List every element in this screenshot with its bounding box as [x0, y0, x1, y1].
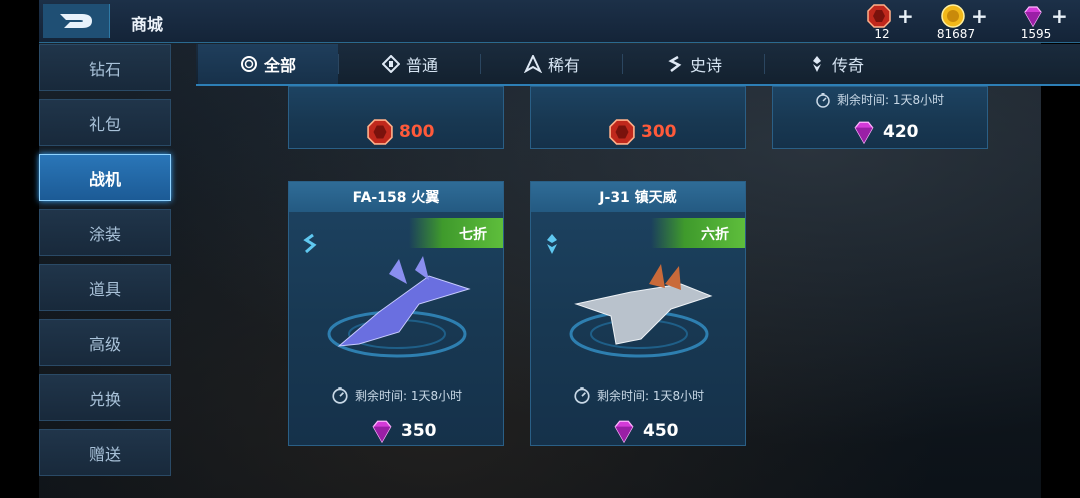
ring-icon	[240, 56, 257, 72]
sidebar-item-premium[interactable]: 高级	[39, 319, 171, 366]
purple-gem-icon	[372, 420, 392, 444]
tab-label: 史诗	[689, 56, 722, 75]
price-value: 800	[399, 122, 435, 142]
price: 800	[367, 119, 435, 145]
sidebar-item-label: 礼包	[88, 114, 121, 134]
category-sidebar: 钻石 礼包 战机 涂装 道具 高级 兑换 赠送	[39, 44, 173, 484]
discount-label: 六折	[701, 227, 729, 243]
price-value: 450	[643, 421, 679, 441]
sidebar-item-label: 兑换	[88, 389, 121, 409]
tab-label: 传奇	[831, 56, 864, 75]
timer-text: 剩余时间: 1天8小时	[837, 93, 945, 107]
stopwatch-icon	[574, 387, 590, 404]
red-crystal-icon	[867, 4, 891, 28]
tab-label: 全部	[263, 56, 296, 75]
timer-text: 剩余时间: 1天8小时	[355, 388, 463, 403]
sidebar-item-label: 战机	[88, 169, 121, 189]
sidebar-item-diamond[interactable]: 钻石	[39, 44, 171, 91]
sidebar-item-props[interactable]: 道具	[39, 264, 171, 311]
discount-ribbon: 六折	[651, 218, 745, 248]
shop-card-fa158[interactable]: FA-158 火翼 七折 剩余时间: 1天8小时 350	[288, 181, 504, 446]
card-title: J-31 镇天威	[531, 182, 745, 212]
red-crystal-currency[interactable]: + 12	[855, 2, 915, 42]
sidebar-item-fighter[interactable]: 战机	[39, 154, 171, 201]
sidebar-item-label: 涂装	[88, 224, 121, 244]
card-title: FA-158 火翼	[289, 182, 503, 212]
sidebar-item-label: 钻石	[88, 59, 121, 79]
back-logo-button[interactable]	[43, 4, 110, 38]
legendary-rarity-icon	[812, 56, 821, 72]
countdown-timer: 剩余时间: 1天8小时	[573, 386, 704, 404]
left-letterbox	[0, 0, 39, 498]
epic-rarity-icon	[668, 55, 682, 72]
d-logo-icon	[60, 14, 92, 28]
tab-label: 稀有	[547, 56, 580, 75]
discount-ribbon: 七折	[409, 218, 503, 248]
stopwatch-icon	[332, 387, 348, 404]
stopwatch-icon	[816, 92, 830, 108]
shop-card-partial[interactable]: 剩余时间: 1天8小时 420	[772, 86, 988, 149]
sidebar-item-gift[interactable]: 赠送	[39, 429, 171, 476]
tab-common[interactable]: 普通	[340, 44, 480, 84]
red-crystal-icon	[367, 119, 393, 145]
price: 350	[369, 418, 437, 444]
sidebar-item-gift-pack[interactable]: 礼包	[39, 99, 171, 146]
tab-rare[interactable]: 稀有	[482, 44, 622, 84]
tab-label: 普通	[405, 56, 438, 75]
gold-coin-icon	[941, 4, 965, 28]
shop-card-j31[interactable]: J-31 镇天威 六折 剩余时间: 1天8小时 450	[530, 181, 746, 446]
sidebar-item-skin[interactable]: 涂装	[39, 209, 171, 256]
fighter-jet-image	[327, 256, 471, 358]
common-rarity-icon	[381, 55, 400, 73]
sidebar-item-exchange[interactable]: 兑换	[39, 374, 171, 421]
sidebar-item-label: 道具	[88, 279, 121, 299]
tab-all[interactable]: 全部	[198, 44, 338, 84]
discount-label: 七折	[459, 227, 487, 243]
price: 450	[611, 418, 679, 444]
tab-divider	[764, 54, 765, 74]
countdown-timer: 剩余时间: 1天8小时	[815, 91, 944, 108]
rarity-tabs: 全部 普通 稀有 史诗 传奇	[196, 44, 1080, 86]
add-gold-coin-icon[interactable]: +	[971, 6, 988, 26]
timer-text: 剩余时间: 1天8小时	[597, 388, 705, 403]
epic-rarity-icon	[303, 233, 317, 254]
price-value: 420	[883, 122, 919, 142]
shop-card-partial[interactable]: 300	[530, 86, 746, 149]
price-value: 350	[401, 421, 437, 441]
red-crystal-icon	[609, 119, 635, 145]
tab-divider	[480, 54, 481, 74]
rare-rarity-icon	[523, 55, 542, 73]
shop-card-partial[interactable]: 800	[288, 86, 504, 149]
purple-gem-icon	[854, 121, 874, 145]
price-value: 300	[641, 122, 677, 142]
add-purple-gem-icon[interactable]: +	[1051, 6, 1068, 26]
add-red-crystal-icon[interactable]: +	[897, 6, 914, 26]
purple-gem-icon	[614, 420, 634, 444]
tab-divider	[338, 54, 339, 74]
page-title: 商城	[131, 15, 164, 34]
red-crystal-value: 12	[874, 27, 890, 41]
fighter-jet-image	[569, 264, 713, 358]
price: 420	[851, 119, 919, 145]
purple-gem-value: 1595	[1020, 27, 1052, 41]
gold-coin-value: 81687	[936, 27, 976, 41]
gold-coin-currency[interactable]: + 81687	[929, 2, 989, 42]
price: 300	[609, 119, 677, 145]
countdown-timer: 剩余时间: 1天8小时	[331, 386, 462, 404]
top-bar: 商城 + 12 + 81687 + 1595	[39, 0, 1080, 43]
tab-divider	[622, 54, 623, 74]
purple-gem-icon	[1024, 6, 1042, 28]
sidebar-item-label: 赠送	[88, 444, 121, 464]
tab-epic[interactable]: 史诗	[624, 44, 764, 84]
purple-gem-currency[interactable]: + 1595	[1009, 2, 1069, 42]
tab-legendary[interactable]: 传奇	[766, 44, 906, 84]
sidebar-item-label: 高级	[88, 334, 121, 354]
legendary-rarity-icon	[547, 234, 557, 254]
